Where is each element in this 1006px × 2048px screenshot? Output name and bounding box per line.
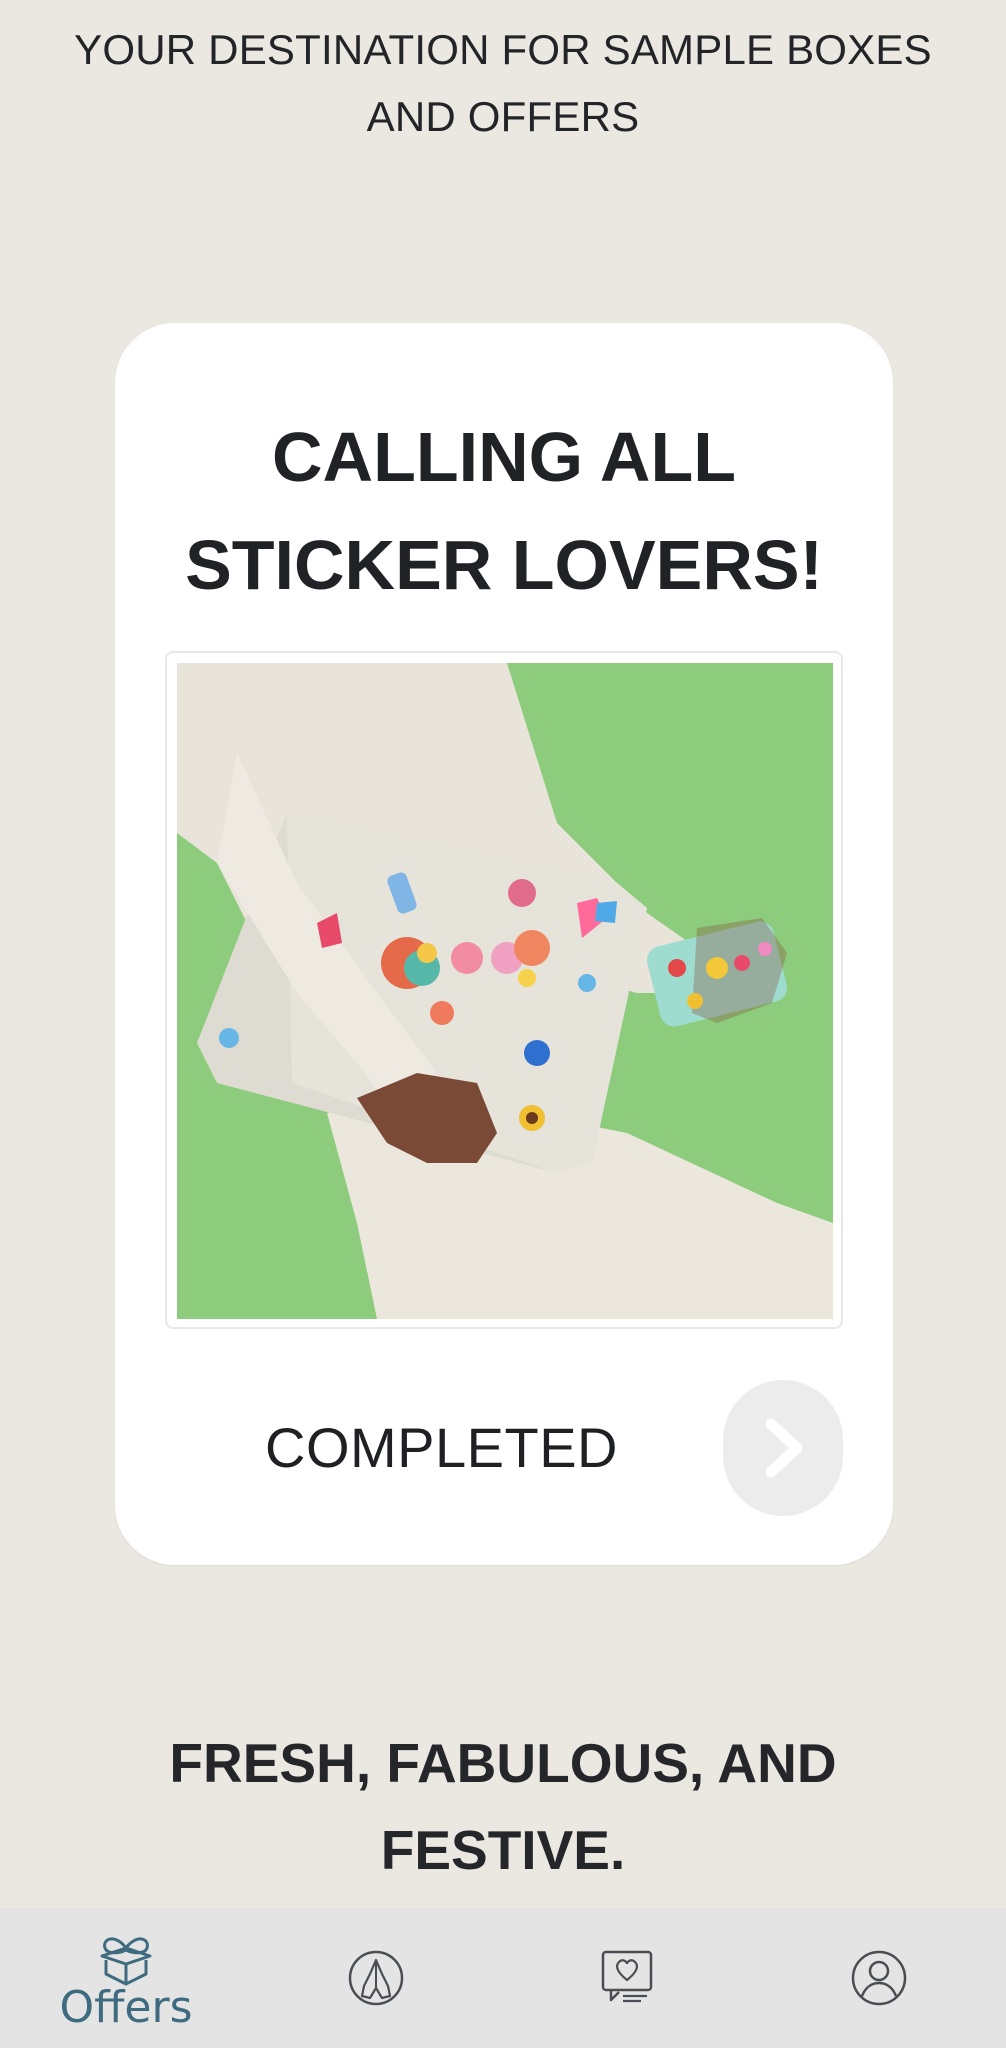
nav-item-profile[interactable]	[799, 1908, 959, 2048]
nav-item-prayers[interactable]	[296, 1908, 456, 2048]
nav-item-offers[interactable]: Offers	[46, 1908, 206, 2048]
bottom-navigation: Offers	[0, 1908, 1006, 2048]
sticker-laptop-photo	[177, 663, 833, 1319]
heart-screen-icon	[601, 1950, 653, 2003]
offer-card[interactable]: CALLING ALL STICKER LOVERS! COMPLETED	[115, 323, 893, 1565]
next-button[interactable]	[723, 1380, 843, 1516]
offer-status: COMPLETED	[265, 1416, 618, 1479]
chevron-right-icon	[765, 1418, 803, 1478]
offer-image[interactable]	[165, 651, 843, 1329]
praying-hands-icon	[348, 1950, 404, 2006]
offer-title: CALLING ALL STICKER LOVERS!	[185, 418, 823, 604]
section-heading: FRESH, FABULOUS, AND FESTIVE.	[169, 1732, 837, 1881]
profile-icon	[851, 1950, 907, 2006]
page-tagline: YOUR DESTINATION FOR SAMPLE BOXES AND OF…	[74, 26, 932, 140]
gift-box-icon	[100, 1937, 152, 1986]
nav-item-favorites[interactable]	[547, 1908, 707, 2048]
nav-label-offers: Offers	[59, 1982, 193, 2033]
